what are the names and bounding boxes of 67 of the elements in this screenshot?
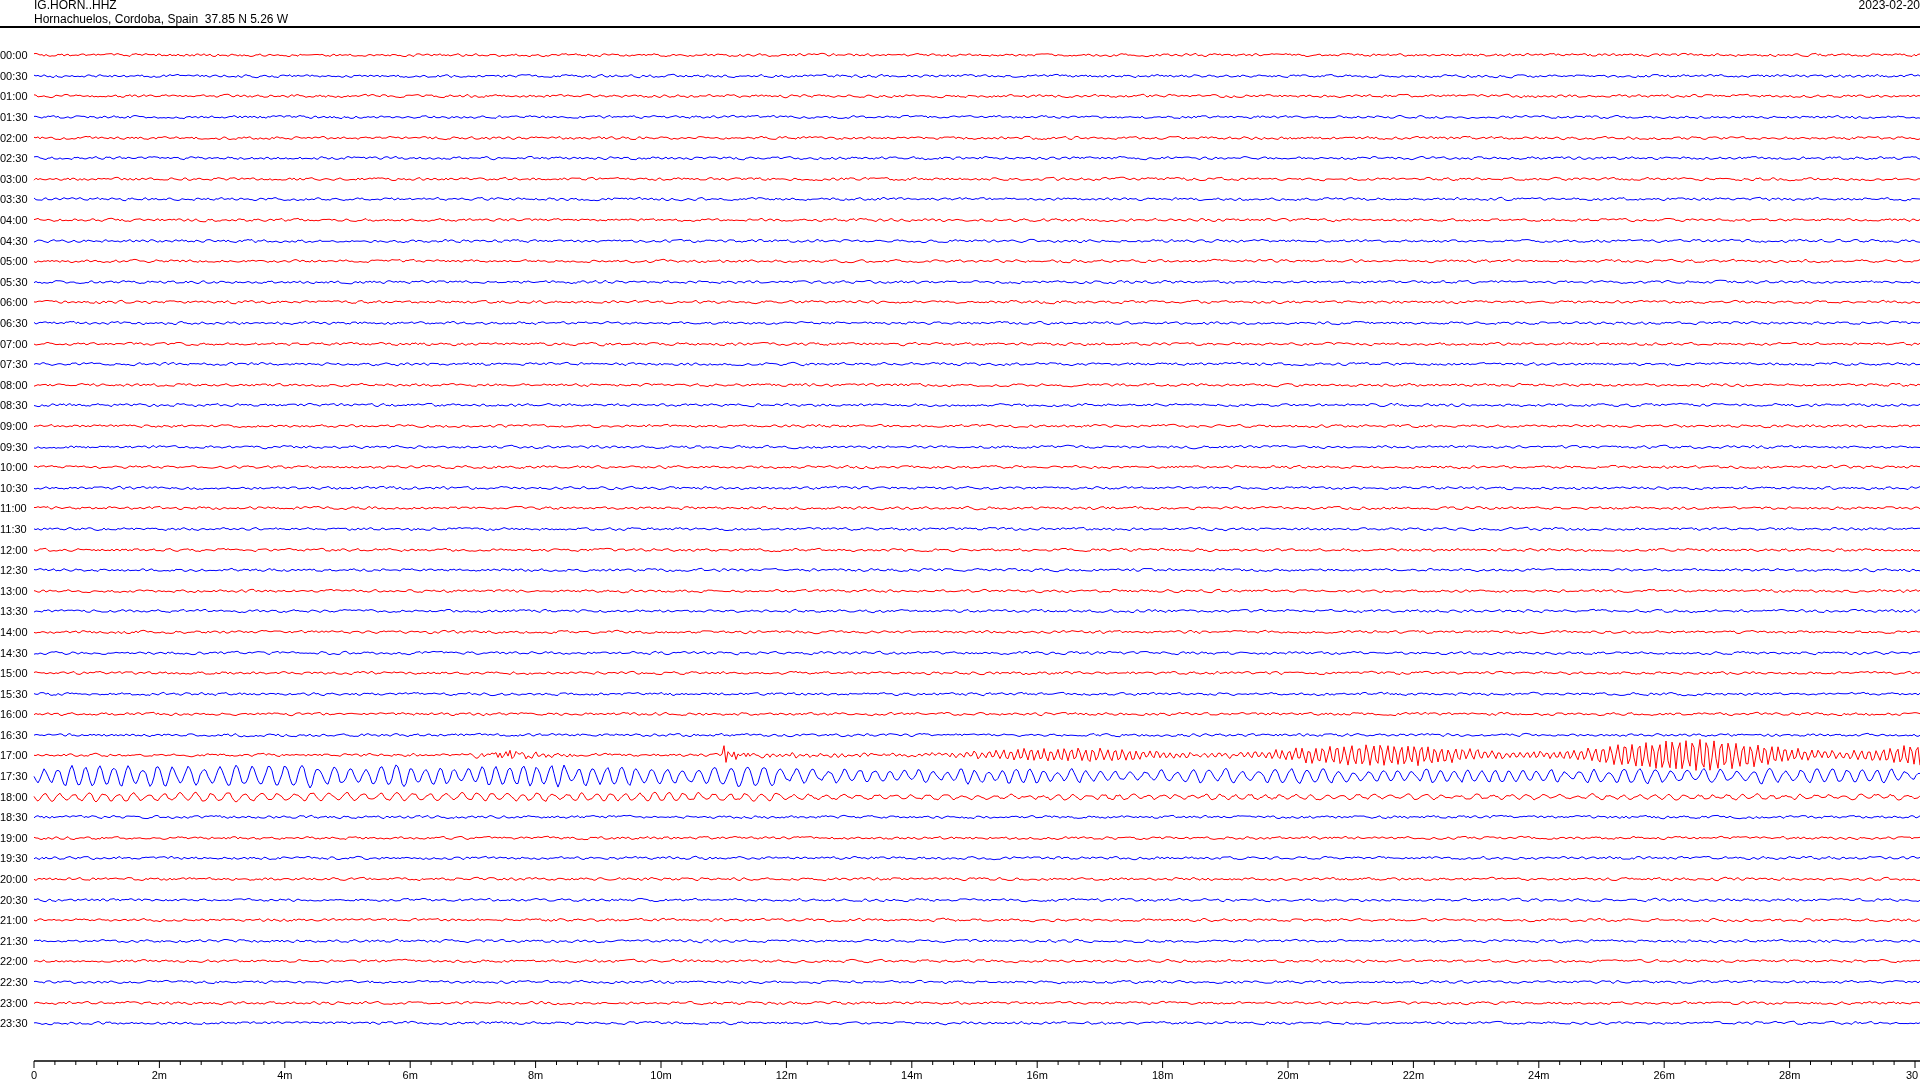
time-label: 16:00 — [0, 708, 29, 721]
time-label: 19:30 — [0, 852, 29, 865]
time-label: 05:30 — [0, 275, 29, 288]
axis-label: 2m — [151, 1068, 168, 1080]
axis-label: 28m — [1778, 1068, 1801, 1080]
time-label: 06:30 — [0, 317, 29, 329]
axis-label: 8m — [527, 1068, 544, 1080]
time-label: 10:00 — [0, 461, 29, 474]
time-label: 19:00 — [0, 831, 29, 844]
time-label: 14:00 — [0, 625, 29, 638]
time-label: 08:00 — [0, 378, 29, 391]
axis-label: 20m — [1277, 1068, 1299, 1080]
time-label: 04:30 — [0, 234, 29, 247]
axis-label: 6m — [402, 1068, 418, 1080]
time-label: 02:30 — [0, 152, 29, 165]
time-label: 08:30 — [0, 399, 29, 412]
time-label: 21:00 — [0, 914, 29, 927]
time-label: 22:00 — [0, 955, 29, 968]
time-label: 01:00 — [0, 90, 29, 103]
time-label: 15:30 — [0, 687, 29, 700]
time-label: 09:00 — [0, 420, 29, 432]
time-label: 12:00 — [0, 543, 29, 556]
axis-label: 0 — [30, 1068, 38, 1080]
time-label: 01:30 — [0, 111, 29, 124]
time-label: 07:00 — [0, 337, 29, 350]
time-label: 11:30 — [0, 522, 28, 535]
time-label: 20:30 — [0, 893, 29, 906]
time-label: 02:00 — [0, 131, 29, 144]
time-label: 17:30 — [0, 770, 29, 783]
time-label: 14:30 — [0, 646, 29, 659]
station-code: IG.HORN..HHZ — [34, 0, 118, 12]
time-label: 15:00 — [0, 667, 29, 680]
time-label: 11:00 — [0, 502, 28, 515]
axis-label: 4m — [277, 1068, 293, 1080]
time-label: 06:00 — [0, 296, 29, 309]
time-label: 17:00 — [0, 749, 29, 762]
axis-label: 18m — [1151, 1068, 1174, 1080]
time-label: 09:30 — [0, 440, 29, 453]
time-label: 20:00 — [0, 873, 29, 886]
axis-label: 26m — [1653, 1068, 1675, 1080]
time-label: 03:30 — [0, 193, 29, 206]
time-label: 23:00 — [0, 996, 29, 1009]
axis-label: 16m — [1026, 1068, 1048, 1080]
axis-label: 14m — [901, 1068, 923, 1080]
time-label: 13:00 — [0, 584, 29, 597]
time-label: 12:30 — [0, 564, 29, 577]
time-label: 22:30 — [0, 976, 29, 988]
time-label: 07:30 — [0, 358, 29, 371]
time-label: 04:00 — [0, 214, 29, 227]
date-label: 2023-02-20 — [1858, 0, 1920, 14]
time-label: 00:30 — [0, 69, 29, 82]
axis-label: 10m — [650, 1068, 672, 1080]
axis-label: 22m — [1402, 1068, 1425, 1080]
time-label: 00:00 — [0, 49, 29, 62]
time-label: 18:30 — [0, 811, 29, 824]
axis-label: 24m — [1528, 1068, 1550, 1080]
time-label: 03:00 — [0, 172, 29, 185]
time-label: 23:30 — [0, 1017, 29, 1030]
time-label: 05:00 — [0, 255, 29, 268]
axis-label: 30 — [1906, 1068, 1919, 1080]
time-label: 16:30 — [0, 728, 29, 741]
time-label: 10:30 — [0, 481, 29, 494]
station-location: Hornachuelos, Cordoba, Spain 37.85 N 5.26 W — [34, 12, 289, 26]
time-label: 21:30 — [0, 934, 29, 947]
time-label: 18:00 — [0, 790, 29, 803]
time-label: 13:30 — [0, 605, 29, 618]
axis-label: 12m — [775, 1068, 798, 1080]
